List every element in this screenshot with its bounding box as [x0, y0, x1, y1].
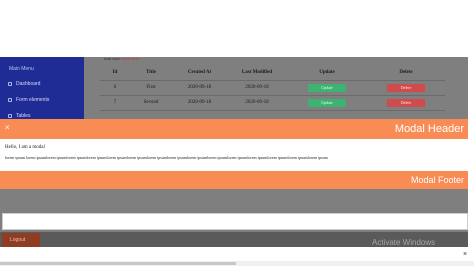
table-row: 6 First 2020-09-18 2020-09-18 Update Del…: [100, 80, 445, 96]
activate-windows-watermark: Activate Windows: [372, 238, 436, 247]
bottom-close-icon[interactable]: ×: [463, 251, 467, 258]
cell-update: Update: [287, 95, 367, 111]
footer-panel: [2, 213, 468, 230]
sidebar-item-dashboard[interactable]: Dashboard: [8, 81, 40, 87]
sidebar-header: Main Menu: [9, 66, 34, 72]
add-user-caption: Add user: click here: [104, 56, 139, 61]
sidebar-item-label: Dashboard: [16, 81, 41, 87]
cell-title: First: [130, 80, 172, 96]
table-icon: [8, 114, 12, 118]
sidebar-item-form-elements[interactable]: Form elements: [8, 97, 49, 103]
modal-body-text: lorem ipsum lorem ipsumlorem ipsumlorem …: [5, 155, 328, 160]
modal-close-icon[interactable]: ×: [5, 123, 10, 132]
cell-id: 7: [100, 95, 130, 111]
cell-title: Second: [130, 95, 172, 111]
column-header-modified: Last Modified: [227, 66, 287, 81]
column-header-delete: Delete: [367, 66, 445, 81]
column-header-id: Id: [100, 66, 130, 81]
column-header-created: Created At: [172, 66, 227, 81]
modal-footer: [0, 171, 468, 189]
modal-footer-title: Modal Footer: [410, 175, 464, 185]
right-edge: [468, 57, 474, 247]
column-header-title: Title: [130, 66, 172, 81]
column-header-update: Update: [287, 66, 367, 81]
delete-button[interactable]: Delete: [387, 83, 425, 92]
app-root: Main Menu Dashboard Form elements Tables…: [0, 0, 474, 266]
cell-id: 6: [100, 80, 130, 96]
cell-delete: Delete: [367, 95, 445, 111]
records-table: Id Title Created At Last Modified Update…: [100, 66, 445, 111]
cell-modified: 2020-09-18: [227, 95, 287, 111]
sidebar-item-label: Form elements: [16, 97, 50, 103]
modal-header-title: Modal Header: [394, 123, 464, 135]
scrollbar-thumb[interactable]: [0, 262, 236, 265]
logout-button[interactable]: Logout: [2, 233, 40, 247]
modal-greeting: Hello, I am a modal: [5, 145, 45, 150]
caption-text: Add user:: [104, 56, 123, 61]
page-top-area: [0, 0, 474, 57]
dashboard-icon: [8, 82, 12, 86]
table-header-row: Id Title Created At Last Modified Update…: [100, 66, 445, 81]
table-row: 7 Second 2020-09-18 2020-09-18 Update De…: [100, 95, 445, 111]
cell-update: Update: [287, 80, 367, 96]
update-button[interactable]: Update: [308, 83, 346, 92]
cell-delete: Delete: [367, 80, 445, 96]
delete-button[interactable]: Delete: [387, 98, 425, 107]
add-user-link[interactable]: click here: [122, 56, 139, 61]
form-icon: [8, 98, 12, 102]
cell-created: 2020-09-18: [172, 80, 227, 96]
update-button[interactable]: Update: [308, 98, 346, 107]
cell-modified: 2020-09-18: [227, 80, 287, 96]
cell-created: 2020-09-18: [172, 95, 227, 111]
